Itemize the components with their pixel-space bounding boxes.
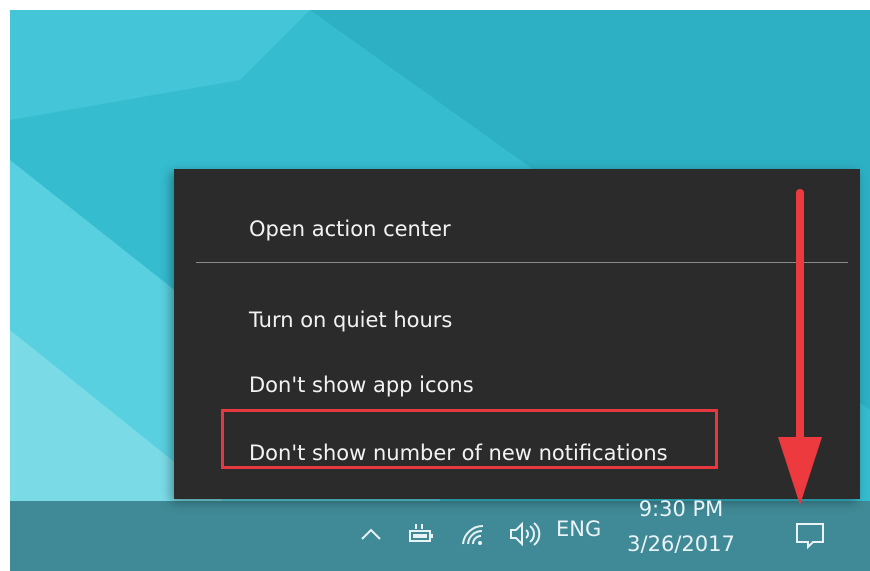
battery-plug-icon[interactable] [406, 520, 436, 548]
menu-item-open-action-center[interactable]: Open action center [174, 201, 860, 257]
menu-item-dont-show-app-icons[interactable]: Don't show app icons [174, 357, 860, 413]
speaker-icon[interactable] [506, 519, 544, 549]
menu-item-turn-on-quiet-hours[interactable]: Turn on quiet hours [174, 292, 860, 348]
action-center-context-menu: Open action center Turn on quiet hours D… [174, 169, 860, 499]
wifi-icon[interactable] [458, 520, 488, 548]
taskbar [10, 501, 870, 571]
annotation-highlight-box [221, 409, 718, 469]
clock-time[interactable]: 9:30 PM [622, 497, 740, 521]
speech-bubble-icon[interactable] [790, 518, 830, 552]
clock-date[interactable]: 3/26/2017 [622, 531, 740, 557]
input-language-indicator[interactable]: ENG [556, 514, 601, 544]
chevron-up-icon[interactable] [358, 521, 384, 547]
annotation-arrow [778, 189, 822, 505]
menu-separator [196, 262, 848, 263]
